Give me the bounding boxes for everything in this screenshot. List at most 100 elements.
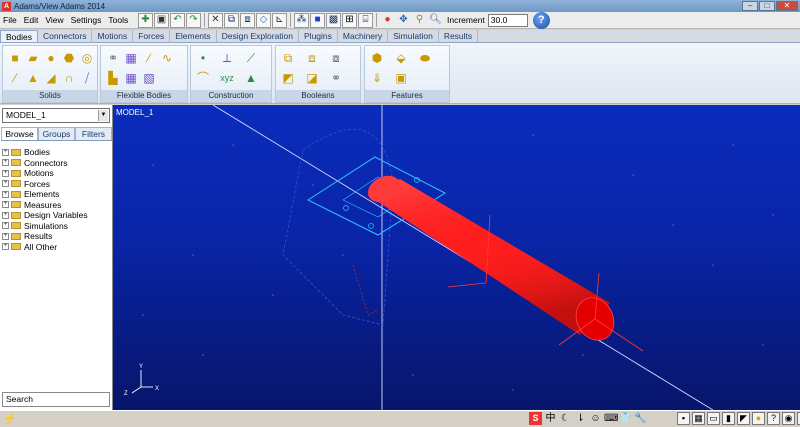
flex-swap-icon[interactable]: ▧	[141, 70, 157, 86]
tree-item-results[interactable]: + Results	[2, 231, 110, 242]
skin-icon[interactable]: 👕	[619, 412, 632, 425]
expand-icon[interactable]: +	[2, 222, 9, 230]
grid-toggle-icon[interactable]: ▦	[692, 412, 705, 425]
info-icon[interactable]: ?	[767, 412, 780, 425]
flex-mesh-icon[interactable]: ▦	[123, 70, 139, 86]
keyboard-icon[interactable]: ⌨	[604, 412, 618, 425]
tree-item-elements[interactable]: + Elements	[2, 189, 110, 200]
expand-icon[interactable]: +	[2, 232, 9, 240]
tree-item-design-variables[interactable]: + Design Variables	[2, 210, 110, 221]
light-icon[interactable]: ●	[752, 412, 765, 425]
plate-icon[interactable]: ▲	[25, 70, 41, 86]
undo-icon[interactable]: ↶	[170, 12, 185, 28]
union-icon[interactable]: ⧉	[280, 50, 296, 66]
magnify-icon[interactable]: 🔍︎	[428, 13, 443, 28]
zoom-box-icon[interactable]: ⌸	[358, 12, 373, 28]
wrench-icon[interactable]: 🔧	[634, 412, 647, 425]
menu-tools[interactable]: Tools	[108, 15, 128, 25]
shell-icon[interactable]: ▣	[393, 70, 409, 86]
tab-motions[interactable]: Motions	[92, 30, 134, 42]
axes-icon[interactable]: ⊾	[272, 12, 287, 28]
flex-import-icon[interactable]: ▙	[105, 70, 121, 86]
tab-connectors[interactable]: Connectors	[38, 30, 93, 42]
tab-groups[interactable]: Groups	[38, 127, 75, 140]
model-dropdown[interactable]: MODEL_1 ▼	[2, 108, 110, 123]
menu-edit[interactable]: Edit	[24, 15, 39, 25]
expand-icon[interactable]: +	[2, 169, 9, 177]
revolution-icon[interactable]: ∩	[61, 70, 77, 86]
hole-icon[interactable]: ⬙	[393, 50, 409, 66]
grid-icon[interactable]: ⁂	[294, 12, 309, 28]
tab-results[interactable]: Results	[439, 30, 479, 42]
panel-icon[interactable]: ▮	[722, 412, 735, 425]
boss-icon[interactable]: ⬬	[417, 50, 433, 66]
render-icon[interactable]: ■	[310, 12, 325, 28]
split-icon[interactable]: ◪	[304, 70, 320, 86]
menu-settings[interactable]: Settings	[71, 15, 102, 25]
chinese-mode-icon[interactable]: 中	[544, 412, 557, 425]
expand-icon[interactable]: +	[2, 243, 9, 251]
tree-item-measures[interactable]: + Measures	[2, 200, 110, 211]
view-iso-icon[interactable]: ⧈	[240, 12, 255, 28]
minimize-button[interactable]: –	[742, 1, 758, 11]
flex-link-icon[interactable]: ⚭	[105, 50, 121, 66]
select-icon[interactable]: ✕	[208, 12, 223, 28]
tab-plugins[interactable]: Plugins	[299, 30, 338, 42]
sphere-icon[interactable]: ●	[43, 50, 59, 66]
tree-item-motions[interactable]: + Motions	[2, 168, 110, 179]
tab-simulation[interactable]: Simulation	[388, 30, 439, 42]
point-icon[interactable]: •	[195, 50, 211, 66]
view-icon[interactable]: ◉	[782, 412, 795, 425]
increment-input[interactable]: 30.0	[487, 13, 528, 27]
tree-item-connectors[interactable]: + Connectors	[2, 158, 110, 169]
tab-browse[interactable]: Browse	[1, 127, 38, 140]
flex-beam-icon[interactable]: ∿	[159, 50, 175, 66]
punctuation-icon[interactable]: ⇂	[574, 412, 587, 425]
expand-icon[interactable]: +	[2, 180, 9, 188]
expand-icon[interactable]: +	[2, 201, 9, 209]
expand-icon[interactable]: +	[2, 190, 9, 198]
help-button[interactable]: ?	[532, 11, 550, 29]
extrusion-icon[interactable]: ◢	[43, 70, 59, 86]
expand-icon[interactable]: +	[2, 159, 9, 167]
cut-icon[interactable]: ◩	[280, 70, 296, 86]
tree-item-simulations[interactable]: + Simulations	[2, 221, 110, 232]
tree-item-all-other[interactable]: + All Other	[2, 242, 110, 253]
emoji-icon[interactable]: ☺	[589, 412, 602, 425]
tab-forces[interactable]: Forces	[133, 30, 171, 42]
spring-icon[interactable]: ⧸	[79, 70, 95, 86]
polyline-icon[interactable]: ⟋	[243, 50, 259, 66]
chamfer-icon[interactable]: ⬢	[369, 50, 385, 66]
box-icon[interactable]: ■	[7, 50, 23, 66]
menu-view[interactable]: View	[45, 15, 63, 25]
save-icon[interactable]: ▣	[154, 12, 169, 28]
frustum-icon[interactable]: ⬣	[61, 50, 77, 66]
redo-icon[interactable]: ↷	[186, 12, 201, 28]
maximize-button[interactable]: □	[759, 1, 775, 11]
3d-viewport[interactable]: Y X Z MODEL_1	[113, 105, 800, 410]
tab-filters[interactable]: Filters	[75, 127, 112, 140]
xyz-icon[interactable]: xyz	[219, 70, 235, 86]
rotate-icon[interactable]: ✥	[396, 13, 411, 28]
arc-icon[interactable]: ⌒	[195, 70, 211, 86]
moon-icon[interactable]: ☾	[559, 412, 572, 425]
tree-item-forces[interactable]: + Forces	[2, 179, 110, 190]
tab-design-exploration[interactable]: Design Exploration	[217, 30, 300, 42]
cursor-icon[interactable]: ◤	[737, 412, 750, 425]
view-front-icon[interactable]: ⧉	[224, 12, 239, 28]
flex-body-icon[interactable]: ▦	[123, 50, 139, 66]
cylinder-part[interactable]	[363, 171, 621, 347]
tab-elements[interactable]: Elements	[170, 30, 217, 42]
sogou-icon[interactable]: S	[529, 412, 542, 425]
search-input[interactable]: Search	[2, 392, 110, 407]
zoom-fit-icon[interactable]: ⊞	[342, 12, 357, 28]
adams-icon[interactable]: ⚡	[3, 413, 17, 426]
expand-icon[interactable]: +	[2, 211, 9, 219]
fillet-icon[interactable]: ⇓	[369, 70, 385, 86]
intersect-icon[interactable]: ⧇	[328, 50, 344, 66]
zoom-icon[interactable]: ⚲	[412, 13, 427, 28]
torus-icon[interactable]: ◎	[79, 50, 95, 66]
new-icon[interactable]: ✚	[138, 12, 153, 28]
close-button[interactable]: ✕	[776, 1, 798, 11]
tree-item-bodies[interactable]: + Bodies	[2, 147, 110, 158]
